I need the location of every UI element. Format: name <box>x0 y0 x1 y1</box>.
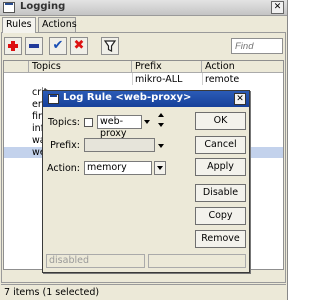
tab-actions[interactable]: Actions <box>38 17 77 32</box>
table-row[interactable]: mikro-ALL remote <box>4 74 283 85</box>
disable-button[interactable]: Disable <box>195 184 246 202</box>
dialog-titlebar[interactable]: Log Rule <web-proxy> ✕ <box>43 91 249 107</box>
action-select[interactable]: memory <box>84 161 152 175</box>
dialog-app-icon <box>48 94 59 104</box>
window-app-icon <box>3 2 15 13</box>
column-header-topics[interactable]: Topics <box>29 61 132 73</box>
filter-icon <box>103 40 117 52</box>
dialog-status-text: disabled <box>46 254 145 268</box>
ok-button[interactable]: OK <box>195 112 246 130</box>
filter-button[interactable] <box>101 37 119 55</box>
cell-action: remote <box>205 74 240 85</box>
chevron-down-icon[interactable] <box>156 140 166 152</box>
cell-prefix: mikro-ALL <box>135 74 183 85</box>
dialog-title: Log Rule <web-proxy> <box>63 92 192 103</box>
prefix-label: Prefix: <box>50 140 80 151</box>
remove-button[interactable]: Remove <box>195 230 246 248</box>
cancel-button[interactable]: Cancel <box>195 136 246 154</box>
tab-rules[interactable]: Rules <box>2 17 36 33</box>
apply-button[interactable]: Apply <box>195 158 246 176</box>
enable-icon: ✔ <box>52 38 64 53</box>
table-header-corner <box>4 61 29 73</box>
copy-button[interactable]: Copy <box>195 207 246 225</box>
disable-button[interactable]: ✖ <box>70 37 88 55</box>
topics-label: Topics: <box>47 117 80 128</box>
topics-select[interactable]: web-proxy <box>97 115 142 139</box>
remove-icon <box>29 44 39 48</box>
prefix-field[interactable] <box>84 138 155 152</box>
column-header-action[interactable]: Action <box>202 61 283 73</box>
topics-not-checkbox[interactable] <box>84 118 93 127</box>
add-button[interactable] <box>4 37 22 55</box>
window-titlebar[interactable]: Logging ✕ <box>0 0 287 16</box>
chevron-down-icon[interactable] <box>154 161 166 175</box>
action-label: Action: <box>47 163 80 174</box>
column-divider <box>132 73 133 85</box>
chevron-down-icon[interactable] <box>142 116 152 128</box>
enable-button[interactable]: ✔ <box>49 37 67 55</box>
status-bar: 7 items (1 selected) <box>1 284 286 299</box>
log-rule-dialog: Log Rule <web-proxy> ✕ Topics: web-proxy… <box>42 90 250 273</box>
column-header-prefix[interactable]: Prefix <box>132 61 202 73</box>
close-icon[interactable]: ✕ <box>271 1 284 14</box>
remove-button[interactable] <box>25 37 43 55</box>
window-title: Logging <box>20 1 66 12</box>
cell-topics <box>32 74 132 85</box>
add-icon <box>8 41 18 51</box>
status-text: 7 items (1 selected) <box>4 287 100 298</box>
close-icon[interactable]: ✕ <box>234 93 246 105</box>
find-input[interactable] <box>231 38 283 54</box>
dialog-status-cell <box>148 254 246 268</box>
column-divider <box>202 73 203 85</box>
chevron-down-icon[interactable] <box>156 119 166 127</box>
dialog-status-bar: disabled <box>46 254 246 268</box>
disable-icon: ✖ <box>73 38 85 53</box>
